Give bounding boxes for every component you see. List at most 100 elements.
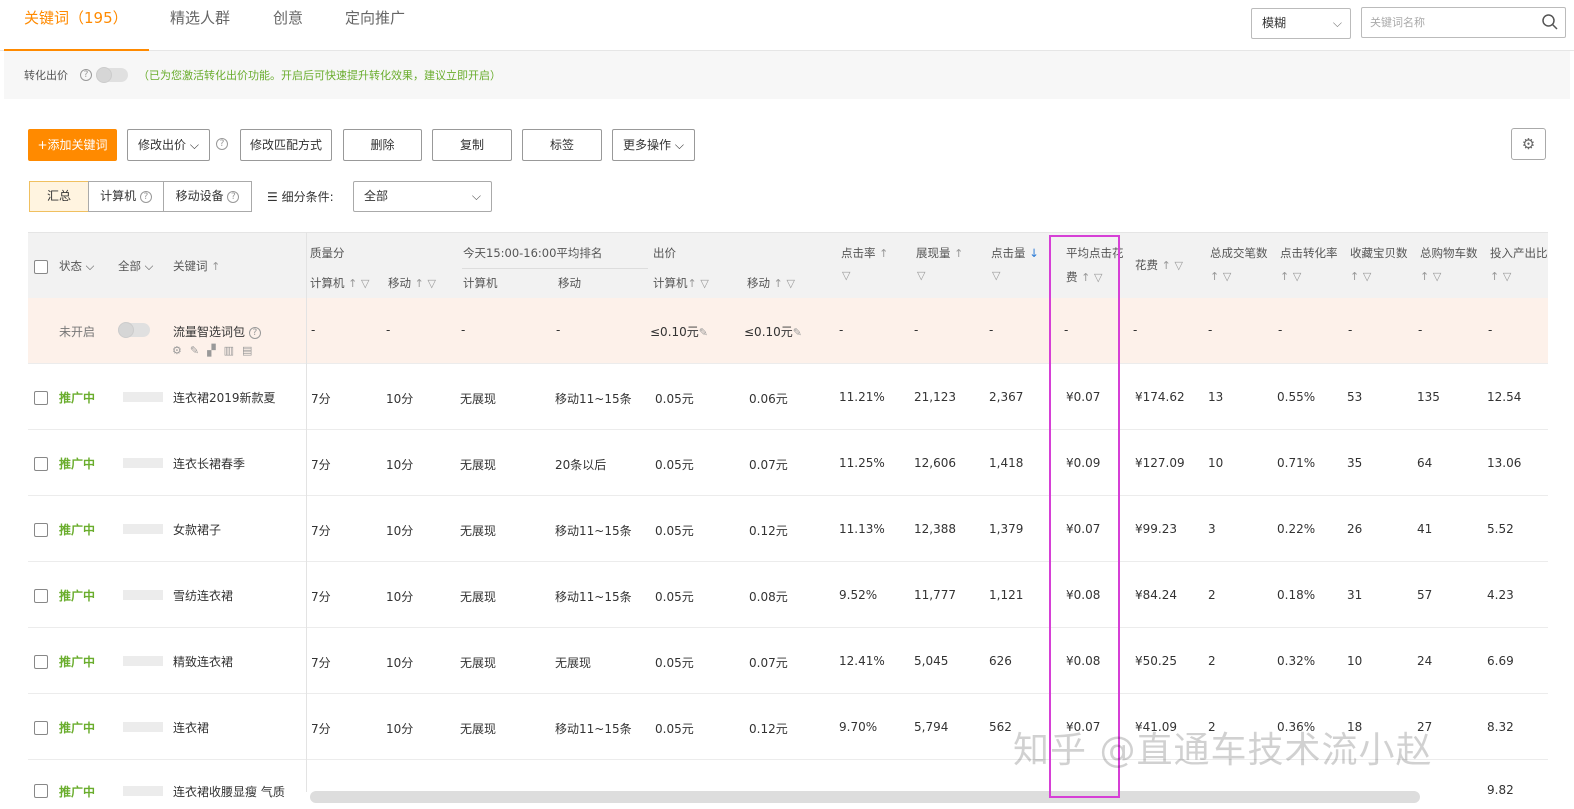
bid-mobile[interactable]: 0.07元: [749, 654, 788, 671]
row-checkbox[interactable]: [34, 457, 48, 471]
segment-filter-select[interactable]: 全部 ⌵: [353, 181, 492, 212]
watermark-text: 知乎 @直通车技术流小赵: [1013, 730, 1433, 771]
bid-mobile[interactable]: 0.08元: [749, 588, 788, 605]
column-clicks[interactable]: 点击量 ↓: [991, 245, 1039, 261]
keyword-text[interactable]: 连衣裙: [173, 719, 209, 736]
column-status[interactable]: 状态 ⌵: [59, 258, 94, 274]
keyword-text[interactable]: 精致连衣裙: [173, 653, 233, 670]
package-toggle[interactable]: [118, 322, 150, 338]
favs: 53: [1347, 390, 1363, 404]
column-orders[interactable]: 总成交笔数: [1210, 245, 1268, 261]
status-badge[interactable]: 推广中: [59, 783, 95, 800]
add-keyword-button[interactable]: +添加关键词: [28, 129, 117, 161]
horizontal-scrollbar[interactable]: [310, 791, 1420, 803]
column-roi[interactable]: 投入产出比: [1490, 245, 1548, 261]
bid-pc[interactable]: 0.05元: [655, 456, 694, 473]
column-quality-pc[interactable]: 计算机 ↑ ▽: [310, 275, 370, 291]
keyword-text[interactable]: 连衣长裙春季: [173, 455, 245, 472]
wrench-icon[interactable]: ✎: [190, 344, 207, 357]
bid-mobile[interactable]: 0.12元: [749, 720, 788, 737]
row-checkbox[interactable]: [34, 391, 48, 405]
column-bid-mobile[interactable]: 移动 ↑ ▽: [747, 275, 795, 291]
delete-button[interactable]: 删除: [343, 129, 422, 161]
tab-creative[interactable]: 创意: [273, 0, 303, 50]
match-type-select[interactable]: 模糊 ⌵: [1251, 8, 1351, 39]
help-icon[interactable]: ?: [227, 190, 240, 203]
status-badge[interactable]: 推广中: [59, 389, 95, 406]
bid-pc[interactable]: 0.05元: [655, 522, 694, 539]
fixed-column-divider: [306, 232, 307, 792]
column-cvr[interactable]: 点击转化率: [1280, 245, 1338, 261]
column-cart[interactable]: 总购物车数: [1420, 245, 1478, 261]
column-orders-controls[interactable]: ↑ ▽: [1210, 269, 1231, 283]
keyword-search-input[interactable]: [1370, 8, 1535, 36]
column-ctr[interactable]: 点击率 ↑: [841, 245, 888, 261]
copy-button[interactable]: 复制: [432, 129, 512, 161]
sort-icon: ↑: [1161, 259, 1171, 272]
bid-mobile[interactable]: ≤0.10元✎: [744, 323, 802, 340]
help-icon[interactable]: ?: [216, 138, 228, 150]
keyword-text[interactable]: 女款裙子: [173, 521, 221, 538]
keyword-text[interactable]: 连衣裙2019新款夏: [173, 389, 276, 406]
column-cart-controls[interactable]: ↑ ▽: [1420, 269, 1441, 283]
column-avg-cpc[interactable]: 平均点击花: [1066, 245, 1124, 261]
status-badge[interactable]: 推广中: [59, 587, 95, 604]
bar-chart-icon[interactable]: ▥: [224, 344, 242, 357]
tag-button[interactable]: 标签: [522, 129, 602, 161]
filter-icon[interactable]: ▽: [992, 269, 1000, 282]
status-badge[interactable]: 推广中: [59, 653, 95, 670]
tab-audience[interactable]: 精选人群: [170, 0, 230, 50]
conversion-bid-toggle[interactable]: [96, 67, 128, 83]
status-badge[interactable]: 推广中: [59, 719, 95, 736]
gear-icon[interactable]: ⚙: [172, 344, 190, 357]
bid-mobile[interactable]: 0.06元: [749, 390, 788, 407]
column-avg-cpc-line2[interactable]: 费 ↑ ▽: [1066, 269, 1103, 285]
segment-summary[interactable]: 汇总: [29, 181, 89, 212]
column-cost[interactable]: 花费 ↑ ▽: [1135, 257, 1183, 273]
keyword-text[interactable]: 连衣裙收腰显瘦 气质: [173, 783, 285, 800]
status-badge[interactable]: 推广中: [59, 455, 95, 472]
row-checkbox[interactable]: [34, 523, 48, 537]
segment-mobile[interactable]: 移动设备 ?: [163, 181, 252, 212]
column-favs[interactable]: 收藏宝贝数: [1350, 245, 1408, 261]
bid-pc[interactable]: 0.05元: [655, 720, 694, 737]
tab-targeting[interactable]: 定向推广: [345, 0, 405, 50]
help-icon[interactable]: ?: [139, 190, 152, 203]
tab-keywords[interactable]: 关键词（195）: [4, 0, 149, 51]
filter-icon[interactable]: ▽: [842, 269, 850, 282]
column-bid-pc[interactable]: 计算机↑ ▽: [653, 275, 709, 291]
masked-field: [123, 392, 163, 402]
chart-icon[interactable]: ▞: [207, 344, 223, 357]
keyword-text[interactable]: 雪纺连衣裙: [173, 587, 233, 604]
select-all-checkbox[interactable]: [34, 260, 48, 274]
bid-pc[interactable]: 0.05元: [655, 654, 694, 671]
row-checkbox[interactable]: [34, 784, 48, 798]
column-impressions[interactable]: 展现量 ↑: [916, 245, 963, 261]
column-quality-mobile[interactable]: 移动 ↑ ▽: [388, 275, 436, 291]
rank-pc: 无展现: [460, 656, 497, 670]
segment-computer[interactable]: 计算机 ?: [88, 181, 164, 212]
column-favs-controls[interactable]: ↑ ▽: [1350, 269, 1371, 283]
modify-match-button[interactable]: 修改匹配方式: [240, 129, 332, 161]
status-badge[interactable]: 推广中: [59, 521, 95, 538]
column-keyword[interactable]: 关键词 ↑: [173, 258, 220, 274]
bid-mobile[interactable]: 0.07元: [749, 456, 788, 473]
bid-pc[interactable]: ≤0.10元✎: [650, 323, 708, 340]
modify-bid-button[interactable]: 修改出价 ⌵: [127, 129, 210, 161]
row-checkbox[interactable]: [34, 721, 48, 735]
bid-pc[interactable]: 0.05元: [655, 390, 694, 407]
more-actions-button[interactable]: 更多操作 ⌵: [612, 129, 695, 161]
row-checkbox[interactable]: [34, 655, 48, 669]
help-icon[interactable]: ?: [80, 69, 92, 81]
row-checkbox[interactable]: [34, 589, 48, 603]
bid-mobile[interactable]: 0.12元: [749, 522, 788, 539]
column-cvr-controls[interactable]: ↑ ▽: [1280, 269, 1301, 283]
help-icon[interactable]: ?: [248, 326, 261, 339]
filter-icon[interactable]: ▽: [917, 269, 925, 282]
search-icon[interactable]: [1541, 13, 1559, 34]
bid-pc[interactable]: 0.05元: [655, 588, 694, 605]
clipboard-icon[interactable]: ▤: [242, 344, 260, 357]
column-all[interactable]: 全部 ⌵: [118, 258, 153, 274]
gear-icon[interactable]: ⚙: [1511, 128, 1546, 160]
column-roi-controls[interactable]: ↑ ▽: [1490, 269, 1511, 283]
